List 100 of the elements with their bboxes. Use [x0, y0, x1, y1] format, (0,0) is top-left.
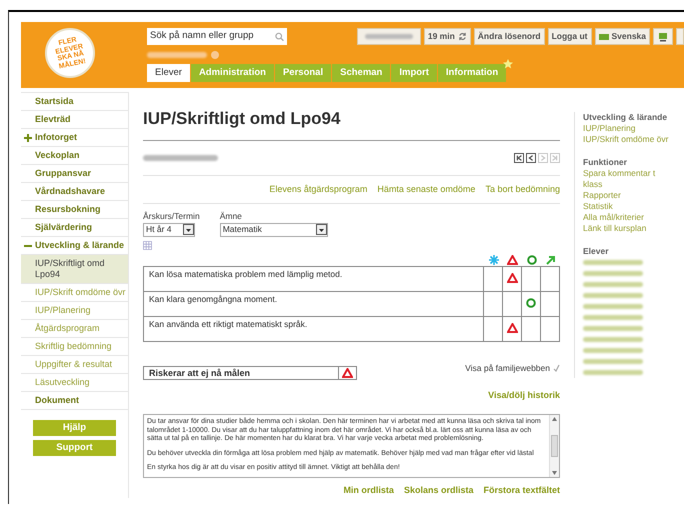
- sidebar-subitem[interactable]: IUP/Planering: [21, 302, 128, 320]
- rating-cell[interactable]: [540, 266, 560, 292]
- sidebar-item-label: Infotorget: [35, 132, 77, 143]
- panel-link[interactable]: Rapporter: [583, 190, 676, 201]
- criterion-cell: Kan använda ett riktigt matematiskt språk.: [144, 316, 484, 342]
- sidebar-item-label: Gruppansvar: [35, 168, 92, 179]
- header-button[interactable]: Logga ut: [548, 28, 592, 45]
- sidebar-item[interactable]: Elevträd: [21, 111, 128, 129]
- sidebar-item-label: IUP/Skriftligt omd Lpo94: [35, 258, 106, 280]
- refresh-icon: [458, 32, 467, 41]
- nav-tab[interactable]: Information: [438, 64, 506, 82]
- panel-heading: Funktioner: [583, 157, 628, 168]
- sidebar-subitem[interactable]: Skriftlig bedömning: [21, 338, 128, 356]
- circle-icon: [526, 298, 536, 308]
- dropdown-field[interactable]: Matematik: [220, 222, 328, 237]
- sidebar-item-label: Resursbokning: [35, 204, 101, 215]
- sidebar-item-label: Utveckling & lärande: [35, 240, 124, 251]
- panel-link[interactable]: Alla mål/kriterier: [583, 212, 676, 223]
- dropdown-field[interactable]: Ht år 4: [143, 222, 195, 237]
- rating-cell[interactable]: [522, 266, 540, 292]
- scrollbar[interactable]: [549, 415, 559, 478]
- sidebar-subitem[interactable]: IUP/Skriftligt omd Lpo94: [21, 255, 128, 284]
- comment-field[interactable]: [143, 414, 560, 478]
- sidebar-item[interactable]: Veckoplan: [21, 147, 128, 165]
- sidebar-subitem[interactable]: Läsutveckling: [21, 374, 128, 392]
- nav-tab[interactable]: Import: [391, 64, 437, 82]
- panel-link[interactable]: Länk till kursplan: [583, 223, 676, 234]
- sidebar-item[interactable]: Resursbokning: [21, 201, 128, 219]
- rating-cell[interactable]: [502, 291, 522, 316]
- grid-icon: [143, 240, 152, 250]
- search-icon: [274, 32, 284, 42]
- scroll-down-icon[interactable]: [552, 471, 557, 476]
- scrollbar-thumb[interactable]: [551, 435, 558, 458]
- scroll-up-icon[interactable]: [552, 417, 557, 422]
- panel-link[interactable]: Spara kommentar t klass: [583, 168, 676, 190]
- warning-triangle-icon: [506, 272, 518, 283]
- star-icon: [503, 59, 514, 69]
- text-tool-link[interactable]: Förstora textfältet: [483, 484, 560, 498]
- sidebar-item-label: Uppgifter & resultat: [35, 359, 112, 370]
- sidebar-item-label: Vårdnadshavare: [35, 186, 106, 197]
- blurred-school-name: [147, 52, 207, 58]
- family-web-checkbox[interactable]: Visa på familjewebben: [465, 362, 560, 374]
- rating-cell[interactable]: [522, 291, 540, 316]
- search-field[interactable]: Sök på namn eller grupp: [147, 28, 287, 45]
- history-link[interactable]: Visa/dölj historik: [488, 388, 560, 402]
- language-button[interactable]: Svenska: [594, 28, 650, 45]
- action-link[interactable]: Ta bort bedömning: [485, 182, 560, 196]
- rating-cell[interactable]: [540, 316, 560, 342]
- rating-cell[interactable]: [484, 316, 502, 342]
- panel-link[interactable]: IUP/Skrift omdöme övr: [583, 134, 676, 145]
- action-link[interactable]: Elevens åtgärdsprogram: [269, 182, 368, 196]
- sidebar-subitem[interactable]: Åtgärdsprogram: [21, 320, 128, 338]
- panel-link[interactable]: IUP/Planering: [583, 123, 676, 134]
- nav-tab[interactable]: Personal: [274, 64, 332, 82]
- computer-icon: [658, 32, 668, 42]
- sidebar-item[interactable]: Dokument: [21, 392, 128, 410]
- sidebar-item[interactable]: Vårdnadshavare: [21, 183, 128, 201]
- criterion-cell: Kan klara genomgångna moment.: [144, 291, 484, 316]
- action-link[interactable]: Hämta senaste omdöme: [377, 182, 476, 196]
- sidebar-item-label: Veckoplan: [35, 150, 80, 161]
- sidebar-item[interactable]: Självärdering: [21, 219, 128, 237]
- text-tool-link[interactable]: Min ordlista: [343, 484, 394, 498]
- sidebar-item-label: Åtgärdsprogram: [35, 323, 100, 334]
- sidebar-item[interactable]: Startsida: [21, 93, 128, 111]
- nav-tab[interactable]: Scheman: [332, 64, 390, 82]
- sidebar-item-label: Läsutveckling: [35, 377, 90, 388]
- select-label: Ämne: [220, 210, 243, 223]
- nav-tab[interactable]: Elever: [147, 64, 190, 82]
- nav-tab[interactable]: Administration: [190, 64, 274, 82]
- sidebar-subitem[interactable]: Uppgifter & resultat: [21, 356, 128, 374]
- sidebar-item-label: IUP/Skrift omdöme övr: [35, 287, 126, 298]
- rating-cell[interactable]: [502, 316, 522, 342]
- sidebar-item[interactable]: Gruppansvar: [21, 165, 128, 183]
- page-title: IUP/Skriftligt omd Lpo94: [143, 106, 560, 140]
- sidebar-item[interactable]: Infotorget: [21, 129, 128, 147]
- sidebar-button[interactable]: Support: [33, 440, 116, 456]
- blurred-user-name: [356, 28, 421, 45]
- panel-link[interactable]: Statistik: [583, 201, 676, 212]
- sidebar-item-label: Elevträd: [35, 114, 71, 125]
- sidebar-button[interactable]: Hjälp: [33, 420, 116, 436]
- rating-cell[interactable]: [484, 291, 502, 316]
- sidebar-item-label: Skriftlig bedömning: [35, 341, 112, 352]
- header-button[interactable]: Ändra lösenord: [474, 28, 545, 45]
- criterion-cell: Kan lösa matematiska problem med lämplig metod.: [144, 266, 484, 292]
- sidebar-item-label: Startsida: [35, 96, 74, 107]
- sidebar-item-label: Självärdering: [35, 222, 92, 233]
- rating-cell[interactable]: [502, 266, 522, 292]
- risk-label: Riskerar att ej nå målen: [148, 366, 252, 379]
- rating-cell[interactable]: [522, 316, 540, 342]
- rating-cell[interactable]: [484, 266, 502, 292]
- rating-cell[interactable]: [540, 291, 560, 316]
- plus-icon: [24, 134, 32, 142]
- panel-heading: Elever: [583, 246, 610, 257]
- session-timer-button[interactable]: 19 min: [424, 28, 471, 45]
- computer-button[interactable]: [653, 28, 673, 45]
- prev-page-button[interactable]: [526, 152, 536, 162]
- select-label: Årskurs/Termin: [143, 210, 200, 223]
- sidebar-subitem[interactable]: IUP/Skrift omdöme övr: [21, 284, 128, 302]
- first-page-button[interactable]: [514, 152, 524, 162]
- text-tool-link[interactable]: Skolans ordlista: [404, 484, 474, 498]
